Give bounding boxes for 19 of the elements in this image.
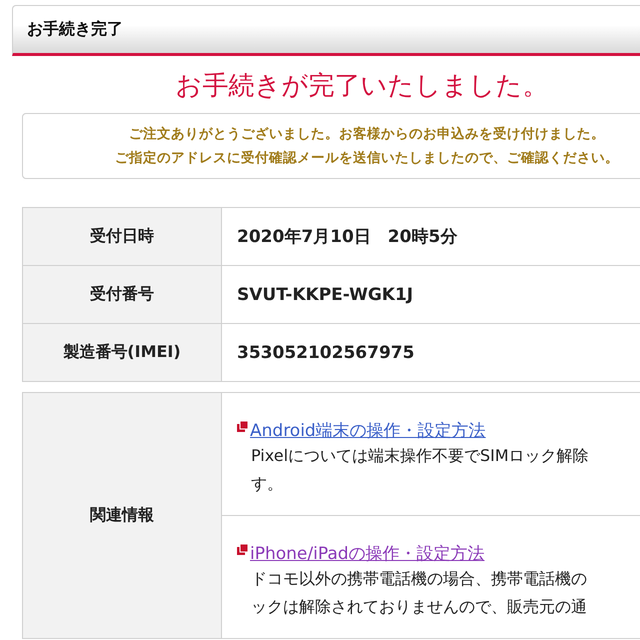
notice-text: ご注文ありがとうございました。お客様からのお申込みを受け付けました。: [129, 125, 605, 144]
description-text: Pixelについては端末操作不要でSIMロック解除: [251, 445, 590, 467]
description-text: ドコモ以外の携帯電話機の場合、携帯電話機の: [251, 568, 588, 590]
help-link[interactable]: Android端末の操作・設定方法: [250, 419, 486, 442]
label-text: 製造番号(IMEI): [63, 342, 181, 363]
label-text: 関連情報: [90, 505, 154, 526]
description-text: ックは解除されておりませんので、販売元の通: [251, 596, 588, 618]
value-text: 2020年7月10日 20時5分: [237, 226, 458, 248]
external-link-icon: [237, 544, 248, 555]
external-link-icon: [237, 421, 248, 432]
notice-text: ご指定のアドレスに受付確認メールを送信いたしましたので、ご確認ください。: [115, 149, 619, 168]
description-text: す。: [251, 473, 284, 495]
page-title: お手続き完了: [27, 19, 123, 40]
value-text: SVUT-KKPE-WGK1J: [237, 284, 414, 304]
label-text: 受付日時: [90, 226, 154, 247]
completion-heading: お手続きが完了いたしました。: [176, 71, 548, 101]
value-text: 353052102567975: [237, 342, 414, 362]
help-link[interactable]: iPhone/iPadの操作・設定方法: [250, 542, 485, 565]
label-text: 受付番号: [90, 284, 154, 305]
